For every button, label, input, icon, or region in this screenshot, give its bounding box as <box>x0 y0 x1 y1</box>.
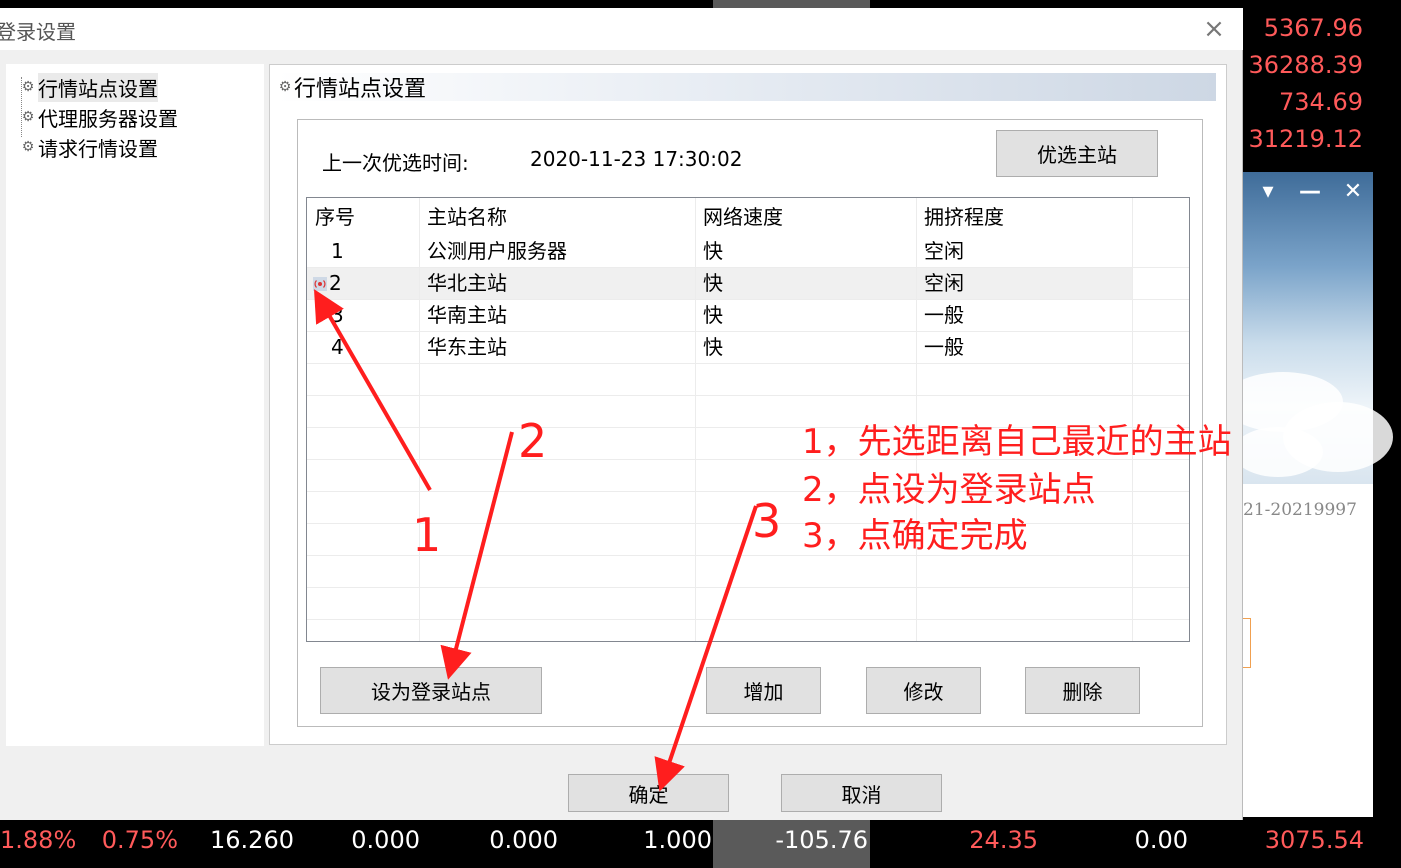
list-item[interactable]: 4 华东主站 快 一般 <box>307 331 1189 363</box>
annotation-step: 1，先选距离自己最近的主站 <box>802 422 1232 462</box>
row-number: 3 <box>331 303 344 327</box>
terminal-cell: 16.260 <box>210 826 294 854</box>
last-optimize-label: 上一次优选时间: <box>322 151 469 175</box>
edit-button[interactable]: 修改 <box>866 667 981 714</box>
add-button[interactable]: 增加 <box>706 667 821 714</box>
tree-item-proxy[interactable]: ⚙ 代理服务器设置 <box>18 104 178 131</box>
popup-text: 21-20219997 <box>1243 500 1357 520</box>
row-speed: 快 <box>703 303 723 327</box>
list-item[interactable]: 2 华北主站 快 空闲 <box>307 267 1132 299</box>
terminal-cell: 1.88% <box>0 826 77 854</box>
terminal-top-strip <box>0 0 1243 8</box>
market-site-panel: ⚙ 行情站点设置 上一次优选时间: 2020-11-23 17:30:02 优选… <box>269 64 1227 745</box>
column-header[interactable]: 主站名称 <box>419 201 695 233</box>
annotation-step: 3，点确定完成 <box>802 516 1028 556</box>
panel-title: 行情站点设置 <box>294 77 427 102</box>
dialog-title-bar[interactable]: 登录设置 × <box>0 8 1243 50</box>
column-header[interactable]: 拥挤程度 <box>916 201 1132 233</box>
row-number: 1 <box>331 239 344 263</box>
column-header[interactable]: 网络速度 <box>695 201 916 233</box>
list-item[interactable]: 3 华南主站 快 一般 <box>307 299 1189 331</box>
broadcast-icon <box>313 277 327 291</box>
tree-item-label: 请求行情设置 <box>38 136 158 161</box>
list-item[interactable]: 1 公测用户服务器 快 空闲 <box>307 235 1189 267</box>
popup-frame-edge <box>1243 618 1251 668</box>
popup-menu-icon[interactable]: ▾ <box>1251 178 1285 206</box>
panel-header: ⚙ 行情站点设置 <box>276 73 1216 102</box>
row-site-name: 华南主站 <box>427 303 507 327</box>
row-site-name: 公测用户服务器 <box>427 239 567 263</box>
tree-item-label: 行情站点设置 <box>38 72 158 102</box>
terminal-cell: 0.000 <box>489 826 558 854</box>
popup-minimize-icon[interactable]: — <box>1293 178 1327 206</box>
row-load: 一般 <box>924 335 964 359</box>
row-site-name: 华北主站 <box>427 271 507 295</box>
terminal-cell: 0.00 <box>1134 826 1188 854</box>
terminal-cell: 1.000 <box>643 826 712 854</box>
tree-item-label: 代理服务器设置 <box>38 106 178 131</box>
ad-popup-window[interactable]: ▾ — ✕ 21-20219997 <box>1223 172 1393 817</box>
row-speed: 快 <box>703 271 723 295</box>
row-load: 空闲 <box>924 239 964 263</box>
row-number: 4 <box>331 335 344 359</box>
last-optimize-time: 2020-11-23 17:30:02 <box>530 147 743 171</box>
settings-tree: ⚙ 行情站点设置 ⚙ 代理服务器设置 ⚙ 请求行情设置 <box>6 64 264 746</box>
list-header: 序号 主站名称 网络速度 拥挤程度 <box>307 201 1189 233</box>
optimize-site-button[interactable]: 优选主站 <box>996 130 1158 177</box>
row-speed: 快 <box>703 239 723 263</box>
row-site-name: 华东主站 <box>427 335 507 359</box>
terminal-cell: 24.35 <box>969 826 1038 854</box>
popup-close-icon[interactable]: ✕ <box>1336 178 1370 206</box>
terminal-value: 734.69 <box>1279 88 1363 116</box>
annotation-number: 2 <box>518 414 548 468</box>
row-load: 一般 <box>924 303 964 327</box>
close-icon[interactable]: × <box>1198 14 1230 44</box>
column-header[interactable]: 序号 <box>307 201 419 233</box>
gear-icon: ⚙ <box>21 79 35 95</box>
gear-icon: ⚙ <box>21 139 35 155</box>
tree-item-market-site[interactable]: ⚙ 行情站点设置 <box>18 72 158 102</box>
gear-icon: ⚙ <box>21 109 35 125</box>
gear-icon: ⚙ <box>278 79 292 95</box>
dialog-title: 登录设置 <box>0 20 76 44</box>
annotation-number: 3 <box>752 494 782 548</box>
annotation-number: 1 <box>412 508 442 562</box>
terminal-cell: 3075.54 <box>1264 826 1364 854</box>
terminal-top-highlight <box>713 0 870 8</box>
row-speed: 快 <box>703 335 723 359</box>
row-number: 2 <box>329 271 342 295</box>
row-load: 空闲 <box>924 271 964 295</box>
tree-item-request[interactable]: ⚙ 请求行情设置 <box>18 134 158 161</box>
terminal-value: 5367.96 <box>1263 14 1363 42</box>
delete-button[interactable]: 删除 <box>1025 667 1140 714</box>
terminal-cell: 0.75% <box>101 826 178 854</box>
terminal-value: 31219.12 <box>1248 125 1363 153</box>
set-login-site-button[interactable]: 设为登录站点 <box>320 667 542 714</box>
ok-button[interactable]: 确定 <box>568 774 729 812</box>
terminal-cell: 0.000 <box>351 826 420 854</box>
ad-banner-image[interactable] <box>1223 172 1393 484</box>
cancel-button[interactable]: 取消 <box>781 774 942 812</box>
annotation-step: 2，点设为登录站点 <box>802 470 1096 510</box>
terminal-value: 36288.39 <box>1248 51 1363 79</box>
terminal-cell: -105.76 <box>775 826 868 854</box>
